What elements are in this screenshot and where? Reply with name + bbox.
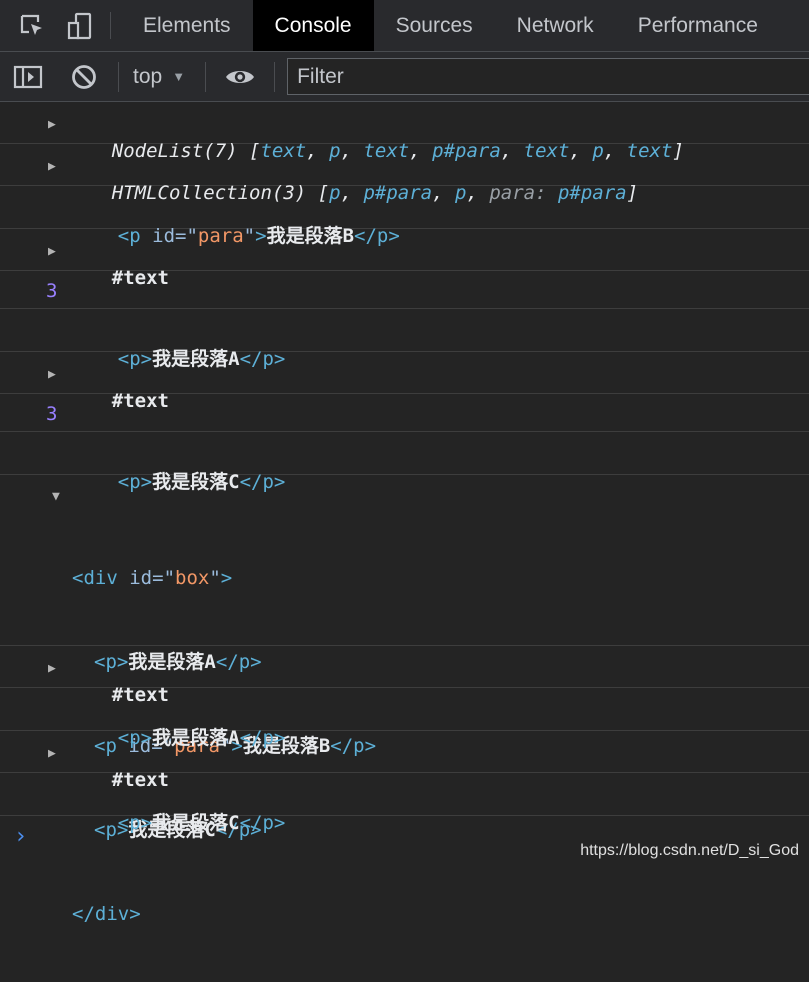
console-message-text-node[interactable]: ▶ #text <box>0 229 809 289</box>
console-toolbar: top ▼ <box>0 52 809 102</box>
console-message-text-node[interactable]: ▶ #text <box>0 352 809 412</box>
context-selector-label: top <box>133 64 163 88</box>
tab-elements[interactable]: Elements <box>121 0 253 51</box>
console-output: ▶ NodeList(7) [text, p, text, p#para, tex… <box>0 102 809 925</box>
device-toolbar-icon[interactable] <box>56 0 104 51</box>
clear-console-icon <box>72 64 96 89</box>
toolbar-divider <box>205 61 207 92</box>
expand-arrow-icon[interactable]: ▶ <box>48 112 56 138</box>
live-expression-button[interactable] <box>212 52 268 101</box>
watermark: https://blog.csdn.net/D_si_God <box>580 842 799 859</box>
collapse-arrow-icon[interactable]: ▼ <box>52 484 60 510</box>
console-message-element[interactable]: <p>我是段落C</p> <box>0 432 809 493</box>
expand-arrow-icon[interactable]: ▶ <box>48 239 56 265</box>
div-close-tag: </div> <box>72 903 141 925</box>
tab-bar-divider <box>110 12 111 39</box>
inspect-element-icon[interactable] <box>8 0 56 51</box>
expand-arrow-icon[interactable]: ▶ <box>48 741 56 767</box>
inspect-element-icon-graphic <box>20 14 42 35</box>
toolbar-divider <box>118 61 119 92</box>
tab-sources[interactable]: Sources <box>374 0 495 51</box>
show-sidebar-button[interactable] <box>0 52 56 101</box>
tab-performance[interactable]: Performance <box>616 0 780 51</box>
clear-console-button[interactable] <box>56 52 112 101</box>
expand-arrow-icon[interactable]: ▶ <box>48 362 56 388</box>
filter-input[interactable] <box>287 58 809 95</box>
div-open-tag: <div id="box"> <box>72 567 233 589</box>
console-message-element[interactable]: <p>我是段落A</p> <box>0 309 809 370</box>
console-prompt-row[interactable]: › https://blog.csdn.net/D_si_God <box>0 818 809 870</box>
console-message-element[interactable]: <p id="para">我是段落B</p> <box>0 186 809 247</box>
console-message-div-box[interactable]: ▼ <div id="box"> <p>我是段落A</p> <p id="par… <box>0 475 809 925</box>
tab-console[interactable]: Console <box>252 0 374 51</box>
console-message-element[interactable]: <p>我是段落C</p> <box>0 773 809 834</box>
sidebar-icon <box>13 65 43 88</box>
console-message-htmlcollection[interactable]: ▶ HTMLCollection(3) [p, p#para, p, para: … <box>0 144 809 204</box>
console-message-number: 3 <box>0 394 809 432</box>
console-message-text-node[interactable]: ▶ #text <box>0 731 809 791</box>
device-toolbar-icon-graphic <box>67 12 92 39</box>
prompt-chevron-icon: › <box>14 824 28 849</box>
toolbar-divider <box>274 61 276 92</box>
context-selector[interactable]: top ▼ <box>125 52 199 101</box>
expand-arrow-icon[interactable]: ▶ <box>48 154 56 180</box>
console-message-element[interactable]: <p>我是段落A</p> <box>0 688 809 749</box>
chevron-down-icon: ▼ <box>172 69 186 84</box>
tab-network[interactable]: Network <box>495 0 616 51</box>
console-message-number: 3 <box>0 271 809 309</box>
console-message-nodelist[interactable]: ▶ NodeList(7) [text, p, text, p#para, tex… <box>0 102 809 162</box>
expand-arrow-icon[interactable]: ▶ <box>48 656 56 682</box>
devtools-tab-bar: Elements Console Sources Network Perform… <box>0 0 809 52</box>
eye-icon <box>226 70 255 83</box>
console-message-text-node[interactable]: ▶ #text <box>0 646 809 706</box>
